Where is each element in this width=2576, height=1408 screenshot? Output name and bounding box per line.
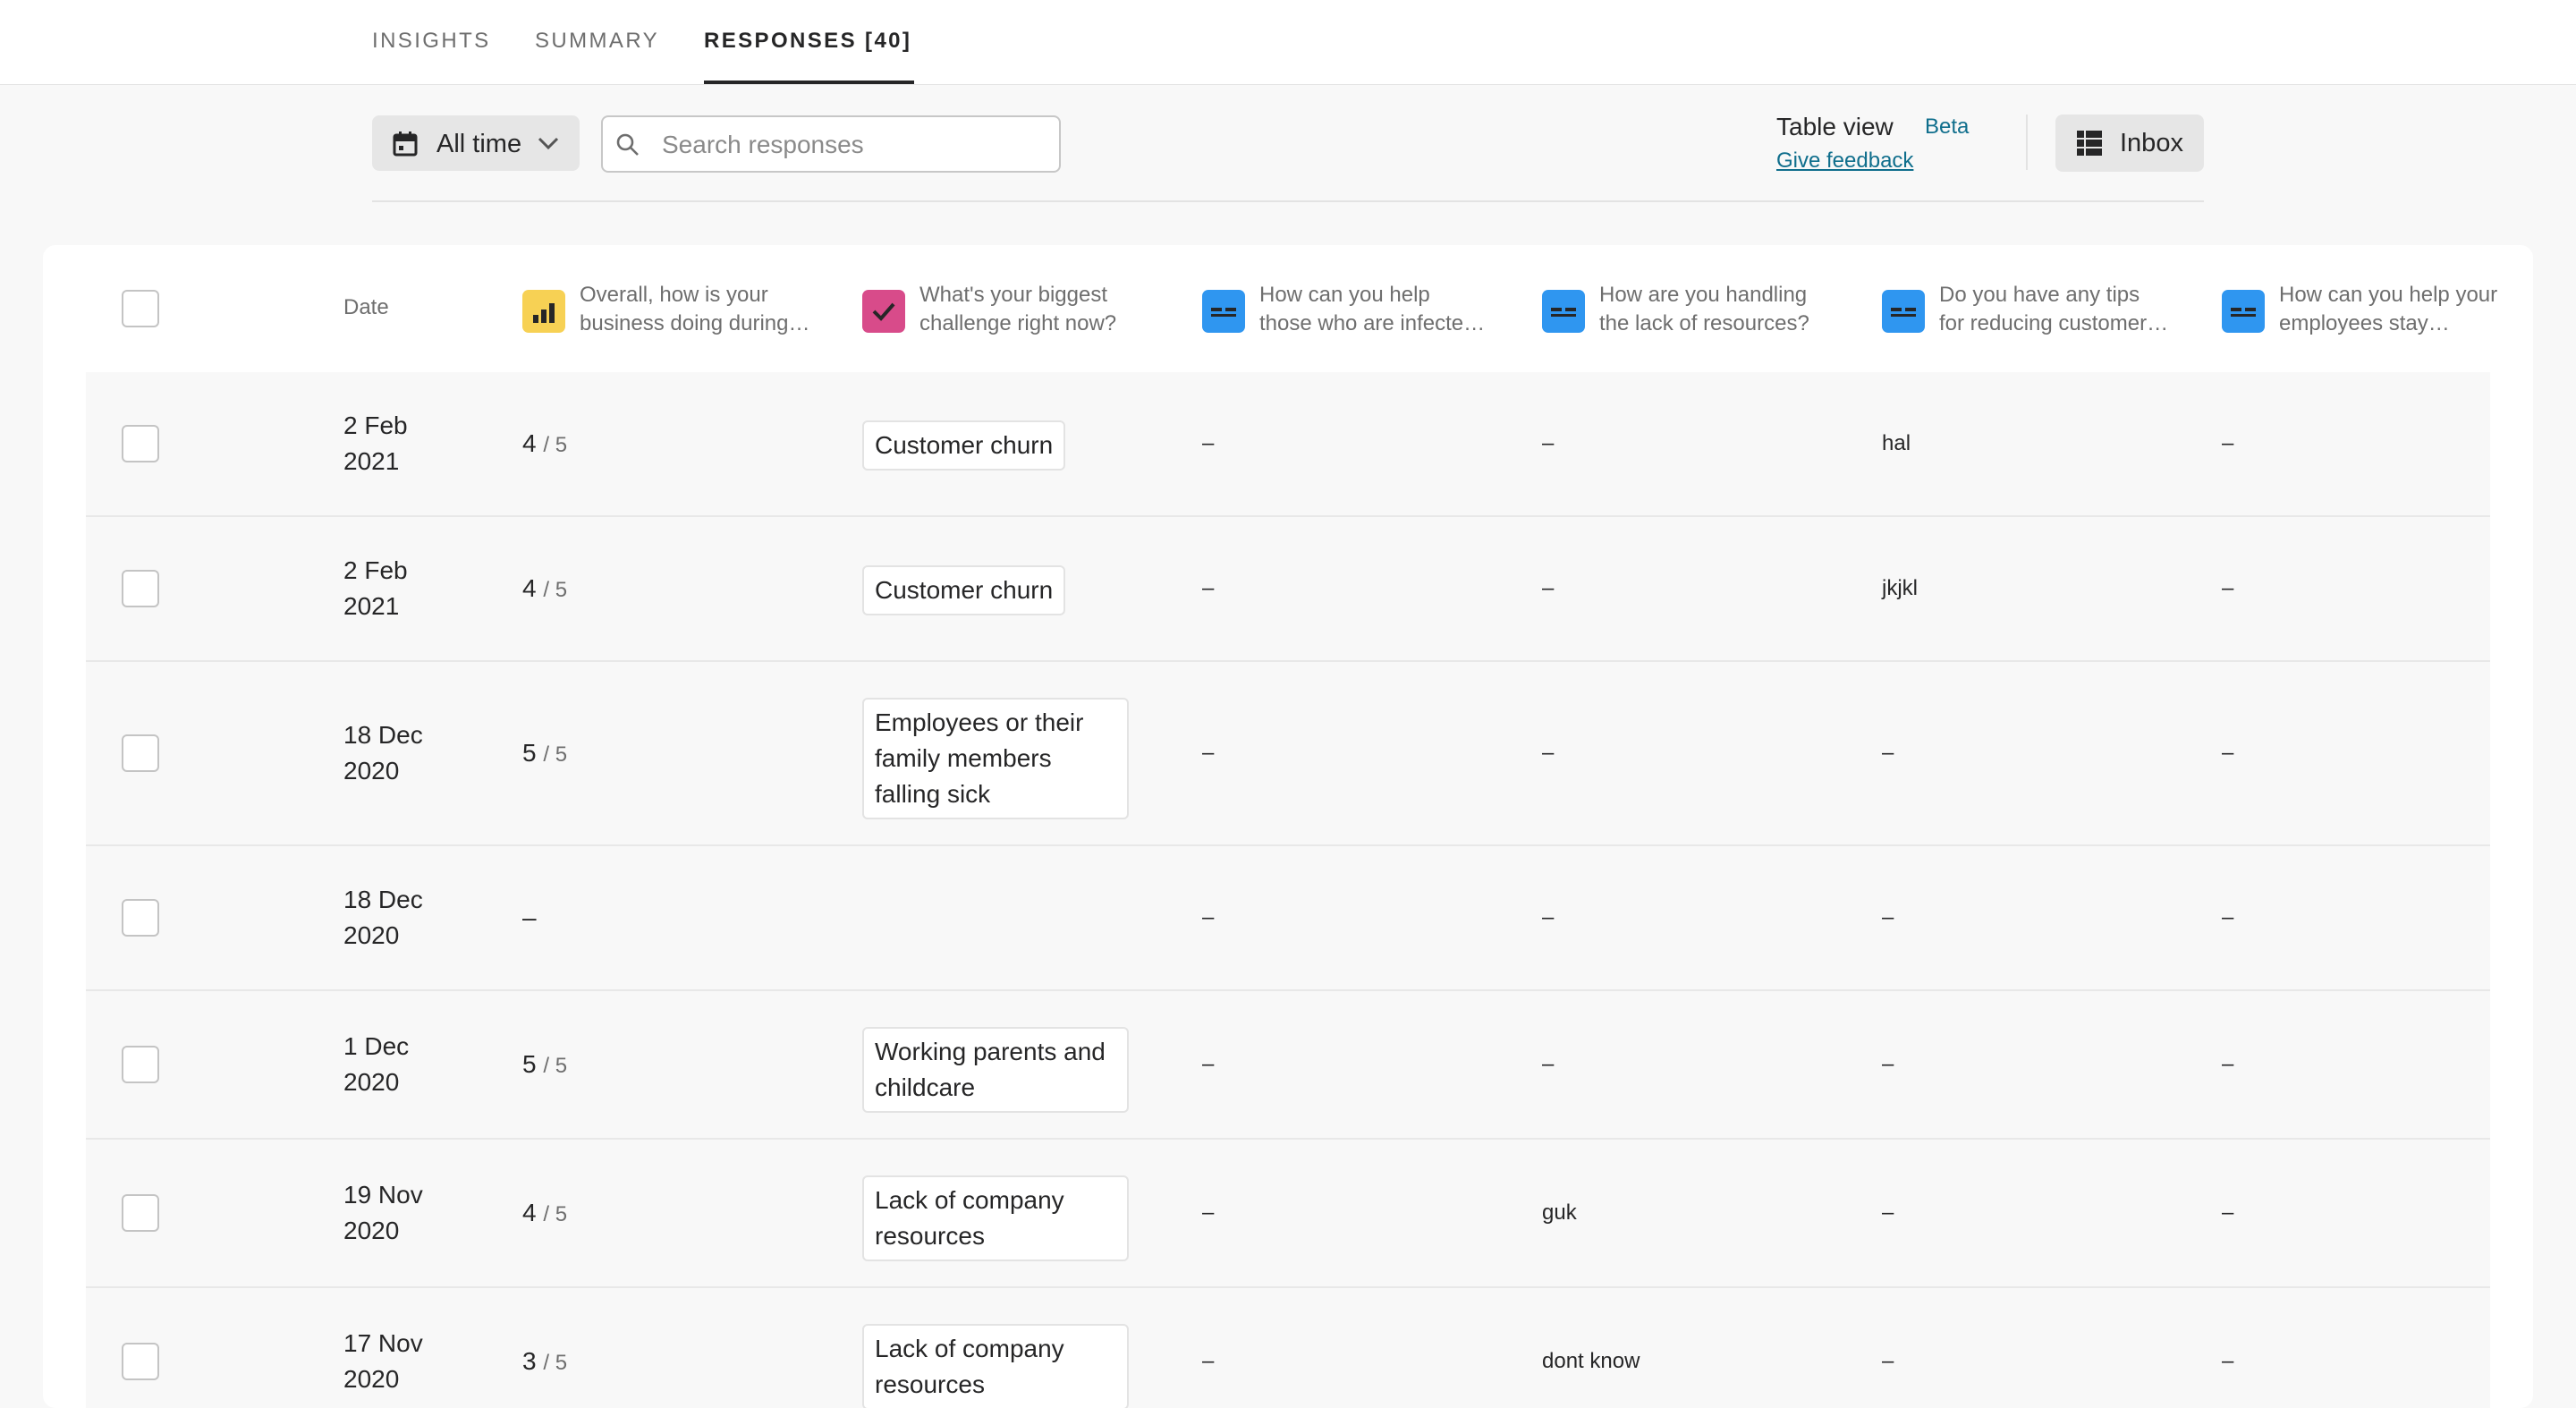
answer-cell: – [2222,905,2234,929]
answer-cell: – [2222,1200,2234,1225]
answer-cell: – [1882,1200,1894,1225]
row-checkbox[interactable] [122,570,159,607]
short-text-icon [1882,290,1925,333]
answer-cell: jkjkl [1882,576,1918,600]
choice-tag: Customer churn [862,420,1066,471]
row-checkbox[interactable] [122,734,159,772]
answer-cell: – [1882,741,1894,765]
answer-cell: – [1202,1349,1215,1373]
table-view-title: Table view [1776,113,1894,140]
give-feedback-link[interactable]: Give feedback [1776,148,1913,174]
date-filter-dropdown[interactable]: All time [372,115,580,171]
answer-cell: – [2222,1052,2234,1076]
short-text-icon [1542,290,1585,333]
rating-value: 4 / 5 [522,574,568,602]
choice-tag: Employees or their family members falling … [862,698,1129,819]
answer-cell: – [2222,431,2234,455]
rating-value: – [522,903,537,931]
checkbox-check-icon [862,290,905,333]
table-row[interactable]: 1 Dec 2020 5 / 5 Working parents and child… [86,991,2490,1140]
answer-cell: – [1882,905,1894,929]
active-tab-indicator [704,81,914,84]
row-checkbox[interactable] [122,425,159,462]
answer-cell: dont know [1542,1349,1640,1373]
inbox-label: Inbox [2120,129,2183,157]
answer-cell: hal [1882,431,1911,455]
answer-cell: – [1542,431,1555,455]
rating-value: 5 / 5 [522,1050,568,1078]
response-date: 18 Dec 2020 [343,886,423,949]
answer-cell: – [2222,741,2234,765]
toolbar-separator [2026,115,2028,170]
responses-table: Date Overall, how is your business doing … [43,245,2533,1408]
answer-cell: – [2222,1349,2234,1373]
row-checkbox[interactable] [122,1343,159,1380]
date-filter-label: All time [436,130,522,158]
response-date: 2 Feb 2021 [343,411,408,475]
table-row[interactable]: 2 Feb 2021 4 / 5 Customer churn – – jkjkl… [86,517,2490,662]
rating-value: 3 / 5 [522,1347,568,1375]
table-row[interactable]: 17 Nov 2020 3 / 5 Lack of company resource… [86,1288,2490,1408]
inbox-view-button[interactable]: Inbox [2055,115,2204,172]
select-all-checkbox[interactable] [122,290,159,327]
table-row[interactable]: 2 Feb 2021 4 / 5 Customer churn – – hal – [86,372,2490,517]
search-icon [615,132,640,162]
tab-insights[interactable]: INSIGHTS [372,29,491,54]
rating-chart-icon [522,290,565,333]
table-row[interactable]: 18 Dec 2020 5 / 5 Employees or their famil… [86,662,2490,846]
answer-cell: – [2222,576,2234,600]
top-nav: INSIGHTS SUMMARY RESPONSES [40] [0,0,2576,85]
answer-cell: – [1202,1052,1215,1076]
answer-cell: – [1542,905,1555,929]
table-header-row: Date Overall, how is your business doing … [86,245,2497,374]
rating-value: 4 / 5 [522,1199,568,1226]
row-checkbox[interactable] [122,899,159,937]
table-row[interactable]: 18 Dec 2020 – – – – – [86,846,2490,991]
date-column-header[interactable]: Date [343,295,389,320]
choice-tag: Lack of company resources [862,1175,1129,1261]
answer-cell: – [1882,1349,1894,1373]
choice-tag: Working parents and childcare [862,1027,1129,1113]
row-checkbox[interactable] [122,1046,159,1083]
response-date: 2 Feb 2021 [343,556,408,620]
answer-cell: – [1202,1200,1215,1225]
answer-cell: – [1542,741,1555,765]
table-row[interactable]: 19 Nov 2020 4 / 5 Lack of company resource… [86,1140,2490,1288]
response-date: 1 Dec 2020 [343,1032,410,1096]
tab-summary[interactable]: SUMMARY [535,29,659,54]
answer-cell: – [1542,1052,1555,1076]
search-box [601,115,1061,173]
answer-cell: – [1202,576,1215,600]
response-date: 17 Nov 2020 [343,1329,423,1393]
rating-value: 5 / 5 [522,739,568,767]
response-date: 19 Nov 2020 [343,1181,423,1244]
response-date: 18 Dec 2020 [343,721,423,785]
answer-cell: – [1202,905,1215,929]
answer-cell: guk [1542,1200,1577,1225]
search-input[interactable] [660,126,1048,164]
row-checkbox[interactable] [122,1194,159,1232]
choice-tag: Customer churn [862,565,1066,615]
answer-cell: – [1882,1052,1894,1076]
inbox-list-icon [2077,131,2102,160]
choice-tag: Lack of company resources [862,1324,1129,1408]
answer-cell: – [1202,431,1215,455]
short-text-icon [1202,290,1245,333]
rating-value: 4 / 5 [522,429,568,457]
short-text-icon [2222,290,2265,333]
beta-badge: Beta [1925,115,1970,139]
calendar-icon [392,131,419,162]
toolbar-divider [372,200,2204,202]
chevron-down-icon [537,133,560,157]
answer-cell: – [1202,741,1215,765]
tab-responses[interactable]: RESPONSES [40] [704,29,911,54]
answer-cell: – [1542,576,1555,600]
